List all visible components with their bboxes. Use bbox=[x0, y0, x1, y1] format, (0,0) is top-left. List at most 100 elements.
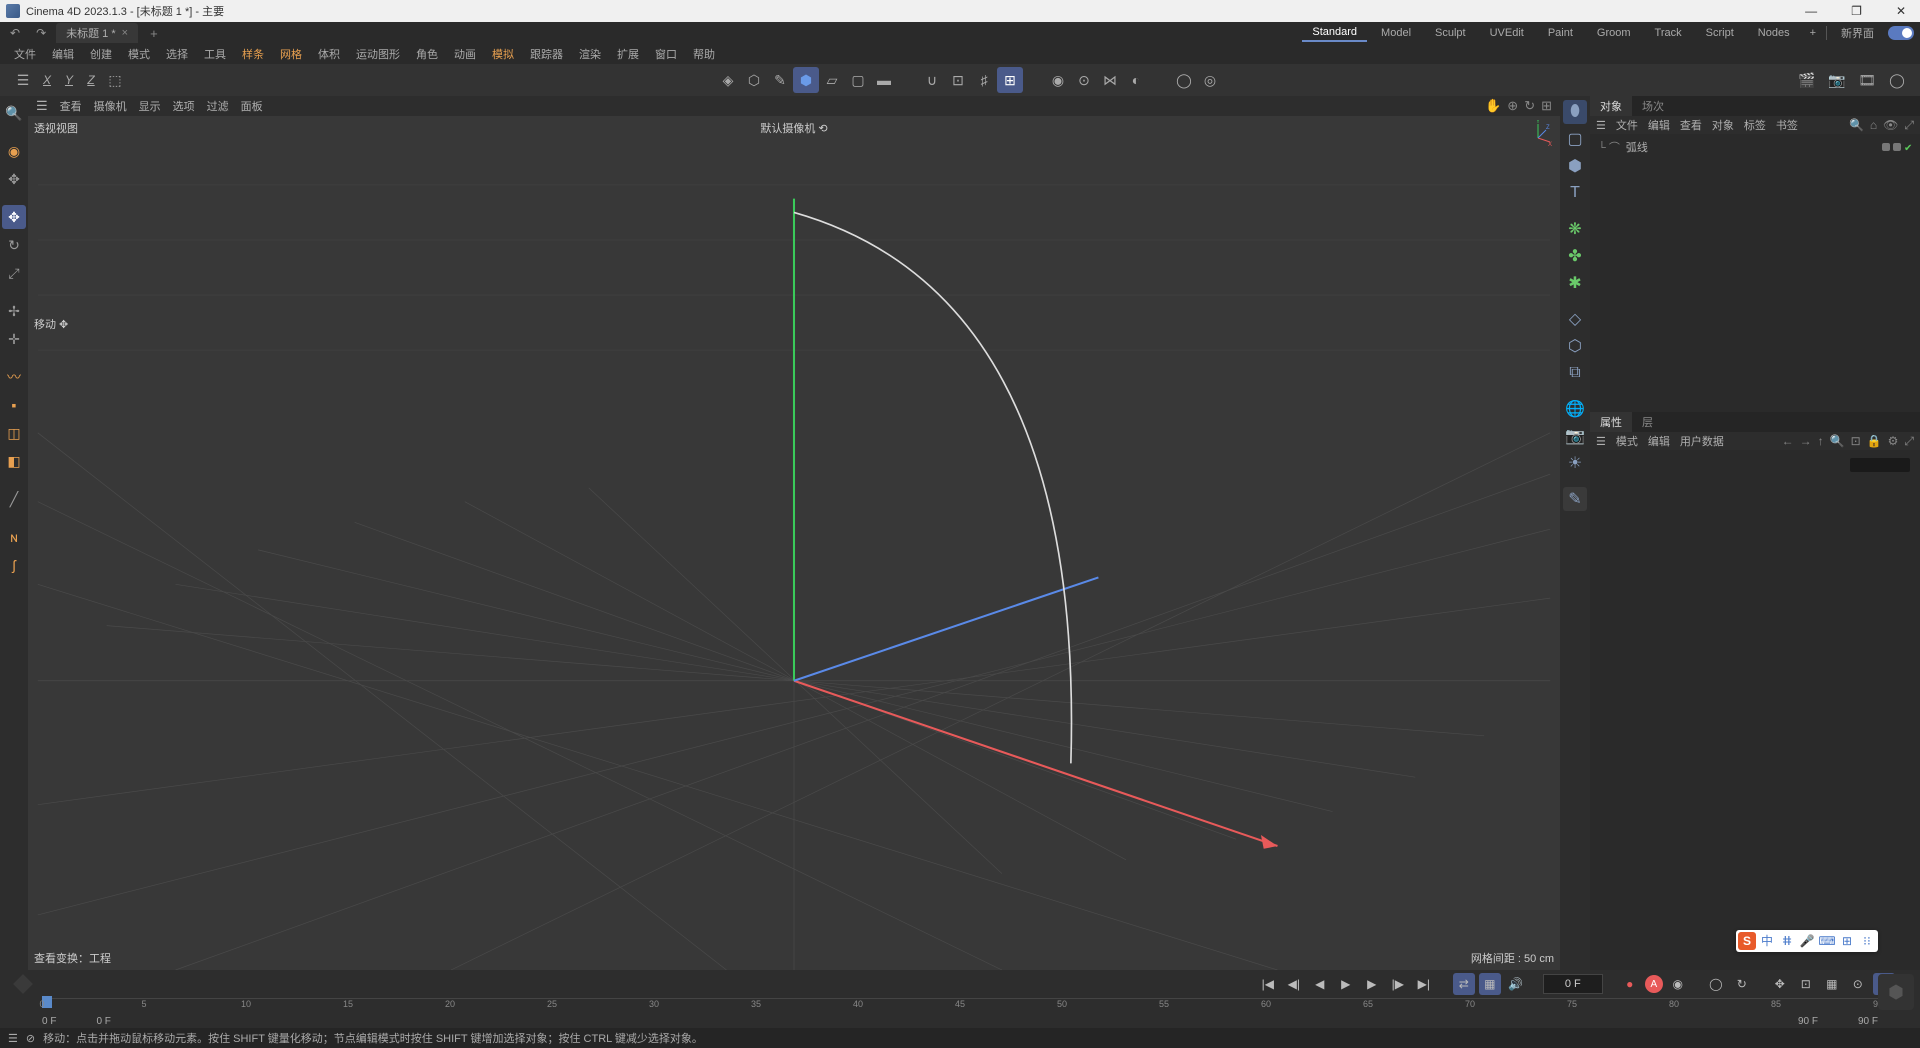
layout-tab-uvedit[interactable]: UVEdit bbox=[1480, 25, 1534, 41]
locked-icon[interactable]: ✛ bbox=[2, 327, 26, 351]
objmenu-item[interactable]: 文件 bbox=[1616, 120, 1638, 132]
text-icon[interactable]: T bbox=[1563, 181, 1587, 205]
effector-icon[interactable]: ✤ bbox=[1563, 244, 1587, 268]
layout-tab-model[interactable]: Model bbox=[1371, 25, 1421, 41]
menu-7[interactable]: 网格 bbox=[272, 44, 310, 64]
keyframe-sel-button[interactable]: ◉ bbox=[1667, 973, 1689, 995]
parent-icon[interactable]: ✢ bbox=[2, 299, 26, 323]
eye-icon[interactable]: 👁 bbox=[1883, 118, 1898, 133]
instance-icon[interactable]: ⧉ bbox=[1563, 361, 1587, 385]
menu-1[interactable]: 编辑 bbox=[44, 44, 82, 64]
visibility-dot-render[interactable] bbox=[1893, 143, 1901, 151]
objmenu-item[interactable]: 对象 bbox=[1712, 120, 1734, 132]
range-end-1[interactable]: 90 F bbox=[1798, 1016, 1818, 1027]
spline-primitive-icon[interactable]: ⬮ bbox=[1563, 100, 1587, 124]
picture-viewer-icon[interactable]: ◯ bbox=[1171, 67, 1197, 93]
autokey-button[interactable]: A bbox=[1645, 975, 1663, 993]
axis-z-toggle[interactable]: Z bbox=[80, 69, 102, 91]
maximize-icon[interactable]: ⤢ bbox=[1904, 434, 1914, 449]
menu-10[interactable]: 角色 bbox=[408, 44, 446, 64]
orbit-icon[interactable]: ↻ bbox=[1524, 98, 1535, 114]
new-layout-button[interactable]: 新界面 bbox=[1831, 23, 1884, 43]
goto-end-button[interactable]: ▶| bbox=[1413, 973, 1435, 995]
range-end-2[interactable]: 90 F bbox=[1858, 1016, 1878, 1027]
range-start-1[interactable]: 0 F bbox=[42, 1016, 56, 1027]
maximize-viewport-icon[interactable]: ⊞ bbox=[1541, 98, 1552, 114]
snap-button[interactable]: ⊞ bbox=[997, 67, 1023, 93]
layout-tab-script[interactable]: Script bbox=[1696, 25, 1744, 41]
search-icon[interactable]: 🔍 bbox=[1830, 434, 1845, 449]
current-frame-field[interactable]: 0 F bbox=[1543, 974, 1603, 994]
render-view-icon[interactable]: 🎬 bbox=[1794, 67, 1820, 93]
tab-attributes[interactable]: 属性 bbox=[1590, 412, 1632, 432]
light-add-icon[interactable]: ☀ bbox=[1563, 451, 1587, 475]
point-icon[interactable]: ▪ bbox=[2, 393, 26, 417]
layout-tab-standard[interactable]: Standard bbox=[1302, 24, 1367, 42]
menu-5[interactable]: 工具 bbox=[196, 44, 234, 64]
pen-icon[interactable]: ✎ bbox=[767, 67, 793, 93]
layout-tab-track[interactable]: Track bbox=[1645, 25, 1692, 41]
menu-11[interactable]: 动画 bbox=[446, 44, 484, 64]
ime-softkb-button[interactable]: ⌨ bbox=[1818, 932, 1836, 950]
prev-key-button[interactable]: ◀| bbox=[1283, 973, 1305, 995]
range-start-2[interactable]: 0 F bbox=[96, 1016, 110, 1027]
light-icon[interactable]: ▢ bbox=[845, 67, 871, 93]
redo-button[interactable]: ↷ bbox=[30, 24, 52, 42]
spline-pen-icon[interactable]: ɴ bbox=[2, 525, 26, 549]
rot-key-button[interactable]: ↻ bbox=[1731, 973, 1753, 995]
menu-6[interactable]: 样条 bbox=[234, 44, 272, 64]
prev-frame-button[interactable]: ◀ bbox=[1309, 973, 1331, 995]
coord-system-button[interactable]: ⬚ bbox=[102, 67, 128, 93]
vpmenu-item[interactable]: 过滤 bbox=[207, 101, 229, 113]
vpmenu-item[interactable]: 显示 bbox=[139, 101, 161, 113]
render-region-icon[interactable]: ⊙ bbox=[1071, 67, 1097, 93]
layout-toggle[interactable] bbox=[1888, 26, 1914, 40]
ime-menu-button[interactable]: ⁝⁝ bbox=[1858, 932, 1876, 950]
timeline-ruler[interactable]: 051015202530354045505560657075808590 bbox=[42, 998, 1878, 1014]
menu-0[interactable]: 文件 bbox=[6, 44, 44, 64]
scene-icon[interactable]: 🌐 bbox=[1563, 397, 1587, 421]
ime-lang-button[interactable]: 中 bbox=[1758, 932, 1776, 950]
new-tab-button[interactable]: + bbox=[142, 26, 166, 41]
menu-16[interactable]: 窗口 bbox=[647, 44, 685, 64]
live-select-icon[interactable]: ◉ bbox=[2, 139, 26, 163]
axis-x-toggle[interactable]: X bbox=[36, 69, 58, 91]
render-icon[interactable]: ◉ bbox=[1045, 67, 1071, 93]
ime-toolbar[interactable]: S 中 ⵌ 🎤 ⌨ ⊞ ⁝⁝ bbox=[1736, 930, 1878, 952]
document-tab[interactable]: 未标题 1 * × bbox=[56, 23, 138, 43]
perspective-viewport[interactable]: 透视视图 默认摄像机 ⟲ 移动 ✥ 查看变换：工程 网格间距 : 50 cm Y… bbox=[28, 116, 1560, 970]
search-icon[interactable]: 🔍 bbox=[2, 101, 26, 125]
globe-icon[interactable]: ◯ bbox=[1884, 67, 1910, 93]
play-button[interactable]: ▶ bbox=[1335, 973, 1357, 995]
ime-logo-icon[interactable]: S bbox=[1738, 932, 1756, 950]
preview-range-button[interactable]: ▦ bbox=[1479, 973, 1501, 995]
camera-label[interactable]: 默认摄像机 ⟲ bbox=[760, 120, 827, 136]
next-key-button[interactable]: |▶ bbox=[1387, 973, 1409, 995]
asset-browser-button[interactable]: ⬢ bbox=[1878, 974, 1914, 1010]
cloner-icon[interactable]: ❋ bbox=[1563, 217, 1587, 241]
layout-tab-sculpt[interactable]: Sculpt bbox=[1425, 25, 1476, 41]
workplane-icon[interactable]: ⊡ bbox=[945, 67, 971, 93]
ime-mic-button[interactable]: 🎤 bbox=[1798, 932, 1816, 950]
cube-icon[interactable]: ⬡ bbox=[741, 67, 767, 93]
axis-y-toggle[interactable]: Y bbox=[58, 69, 80, 91]
cube-outline-icon[interactable]: ◈ bbox=[715, 67, 741, 93]
menu-4[interactable]: 选择 bbox=[158, 44, 196, 64]
attrmenu-item[interactable]: 模式 bbox=[1616, 436, 1638, 448]
primitive-button[interactable]: ⬢ bbox=[793, 67, 819, 93]
magnet-icon[interactable]: ∪ bbox=[919, 67, 945, 93]
layout-tab-nodes[interactable]: Nodes bbox=[1748, 25, 1800, 41]
mirror-icon[interactable]: ⋈ bbox=[1097, 67, 1123, 93]
menu-15[interactable]: 扩展 bbox=[609, 44, 647, 64]
spline-edit-icon[interactable]: 〰 bbox=[2, 365, 26, 389]
objmenu-item[interactable]: 查看 bbox=[1680, 120, 1702, 132]
rectangle-icon[interactable]: ▢ bbox=[1563, 127, 1587, 151]
cursor-icon[interactable]: ✥ bbox=[2, 167, 26, 191]
tree-item-arc[interactable]: └ ⌒ 弧线 ✔ bbox=[1598, 138, 1912, 156]
poly-icon[interactable]: ◧ bbox=[2, 449, 26, 473]
search-icon[interactable]: 🔍 bbox=[1849, 118, 1864, 133]
minimize-button[interactable]: — bbox=[1797, 4, 1825, 18]
objmenu-item[interactable]: 标签 bbox=[1744, 120, 1766, 132]
cube-add-icon[interactable]: ⬢ bbox=[1563, 154, 1587, 178]
ime-punct-button[interactable]: ⵌ bbox=[1778, 932, 1796, 950]
